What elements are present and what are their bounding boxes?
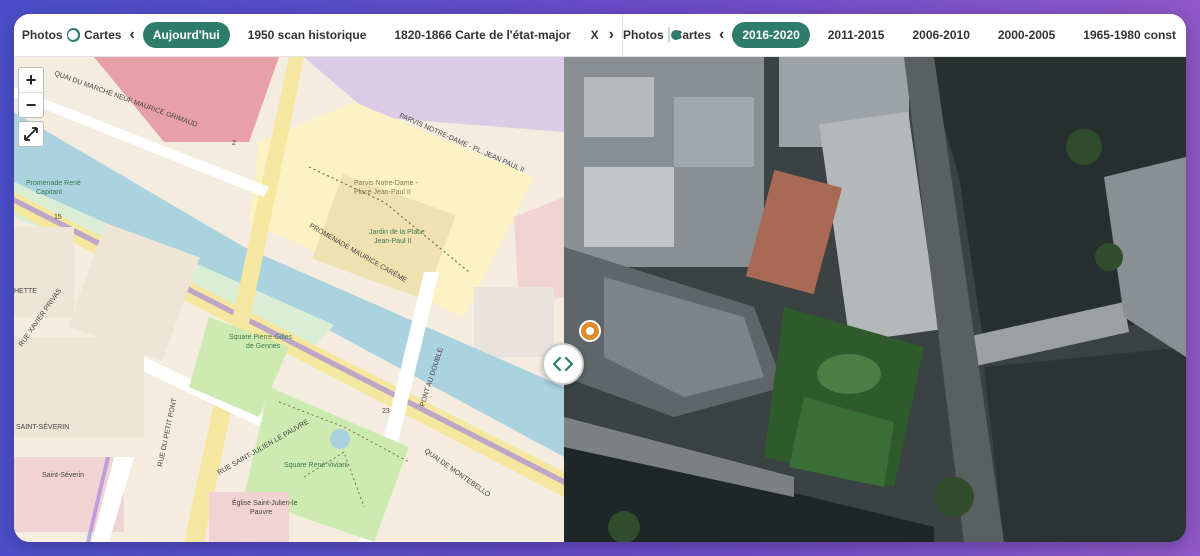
toolbar: Photos Cartes ‹ Aujourd'hui 1950 scan hi… [14,14,1186,57]
fullscreen-button[interactable] [18,121,44,147]
map-compare-card: Photos Cartes ‹ Aujourd'hui 1950 scan hi… [14,14,1186,542]
zoom-control: + − [18,67,44,118]
street-map-canvas: QUAI DU MARCHÉ NEUF MAURICE GRIMAUD PARV… [14,57,564,542]
label-square-viviani: Square René Viviani [284,462,348,469]
tab-2016-2020[interactable]: 2016-2020 [732,22,810,48]
cartes-label-left: Cartes [84,28,122,42]
label-square-gilles-2: de Gennes [246,343,281,350]
label-saint-severin-church: Saint-Séverin [42,472,84,479]
layer-toggle-right[interactable] [667,27,681,43]
photos-label-left: Photos [21,28,63,42]
chevron-left-icon[interactable]: ‹ [121,26,142,44]
toggle-knob [670,30,681,40]
building [474,287,554,357]
building-block [14,227,74,317]
chevron-right-icon[interactable]: › [601,26,622,44]
label-num-2: 2 [232,140,236,147]
label-num-23: 23 [382,408,390,415]
label-promenade-rene-2: Capitant [36,189,62,196]
tab-2006-2010[interactable]: 2006-2010 [902,22,979,48]
label-huchette: HETTE [14,288,37,295]
label-square-gilles-1: Square Pierre-Gilles [229,334,293,341]
aerial-photo[interactable] [564,57,1186,542]
zoom-out-button[interactable]: − [19,92,43,117]
tab-1820-1866[interactable]: 1820-1866 Carte de l'état-major [384,22,580,48]
label-parvis-place-1: Parvis Notre-Dame - [354,180,418,187]
label-jardin-1: Jardin de la Place [369,229,425,236]
photos-label-right: Photos [623,28,664,42]
label-eglise-2: Pauvre [250,509,272,516]
expand-icon [24,127,38,141]
layer-toggle-left[interactable] [66,28,81,42]
tab-2000-2005[interactable]: 2000-2005 [988,22,1065,48]
aerial-canvas [564,57,1186,542]
tab-1950[interactable]: 1950 scan historique [238,22,377,48]
toggle-knob [68,30,79,40]
label-saint-severin: SAINT-SÉVERIN [16,422,69,431]
compare-slider-handle[interactable] [542,343,584,385]
tab-2011-2015[interactable]: 2011-2015 [818,22,895,48]
tab-1965-1980[interactable]: 1965-1980 const [1073,22,1186,48]
tab-aujourdhui[interactable]: Aujourd'hui [142,22,230,48]
building-block [14,337,144,437]
chevron-left-icon[interactable]: ‹ [711,26,732,44]
street-map[interactable]: QUAI DU MARCHÉ NEUF MAURICE GRIMAUD PARV… [14,57,564,542]
left-toolbar: Photos Cartes ‹ Aujourd'hui 1950 scan hi… [14,14,623,56]
label-promenade-rene-1: Promenade René [26,180,81,187]
map-area[interactable]: QUAI DU MARCHÉ NEUF MAURICE GRIMAUD PARV… [14,57,1186,542]
chevron-left-right-icon [552,356,574,372]
right-toolbar: Photos Cartes ‹ 2016-2020 2011-2015 2006… [623,14,1186,56]
seine-river [984,347,1186,542]
tab-truncated[interactable]: X [589,22,601,48]
label-num-15: 15 [54,214,62,221]
label-parvis-place-2: Place Jean-Paul II [354,189,411,196]
label-jardin-2: Jean-Paul II [374,238,411,245]
label-eglise-1: Église Saint-Julien-le [232,498,297,507]
zoom-in-button[interactable]: + [19,68,43,92]
